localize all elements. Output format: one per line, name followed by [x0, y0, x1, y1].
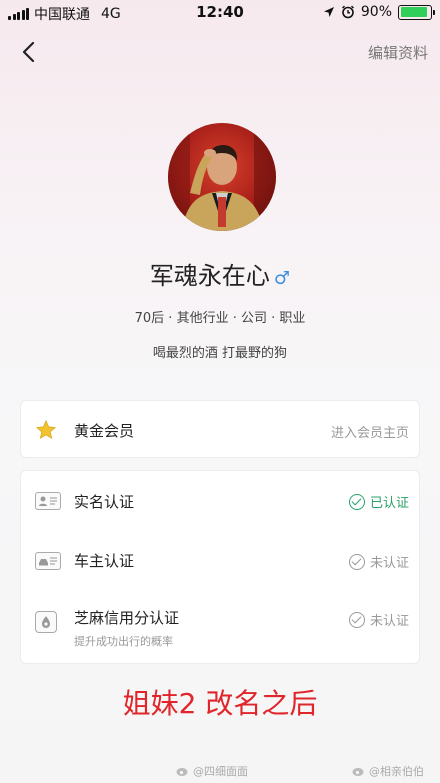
- caption-overlay: 姐妹2 改名之后: [122, 687, 318, 720]
- verification-label: 实名认证: [74, 493, 135, 511]
- verification-sublabel: 提升成功出行的概率: [74, 635, 173, 648]
- status-right: 90%: [323, 4, 435, 20]
- membership-row[interactable]: 黄金会员 进入会员主页: [21, 401, 421, 459]
- name-row: 军魂永在心 ♂: [0, 256, 440, 291]
- verification-status: 未认证: [348, 552, 409, 571]
- car-card-icon: [35, 552, 61, 570]
- verification-row-realname[interactable]: 实名认证 已认证: [21, 471, 421, 531]
- watermark-text: @四细面面: [193, 765, 248, 778]
- sesame-credit-icon: [35, 611, 57, 633]
- location-arrow-icon: [323, 7, 334, 17]
- membership-label: 黄金会员: [74, 422, 135, 440]
- verification-status-text: 未认证: [369, 556, 409, 571]
- verification-status: 已认证: [348, 492, 409, 511]
- watermark-text: @相亲伯伯: [369, 765, 424, 778]
- verification-label: 芝麻信用分认证: [74, 609, 180, 627]
- watermark: @四细面面: [176, 763, 248, 779]
- verification-row-sesame[interactable]: 芝麻信用分认证 提升成功出行的概率 未认证: [21, 591, 421, 665]
- verification-row-car[interactable]: 车主认证 未认证: [21, 531, 421, 591]
- male-gender-icon: ♂: [273, 268, 291, 289]
- watermark: @相亲伯伯: [352, 763, 424, 779]
- verification-card: 实名认证 已认证 车主认证 未认证 芝麻信用分认证 提升成功出行的概率 未认证: [20, 470, 420, 664]
- weibo-icon: [352, 768, 364, 776]
- avatar-photo: [168, 123, 276, 231]
- avatar[interactable]: [168, 123, 276, 231]
- verification-status: 未认证: [348, 610, 409, 629]
- profile-tags: 70后 · 其他行业 · 公司 · 职业: [134, 311, 306, 326]
- nav-bar: 编辑资料: [0, 32, 440, 72]
- membership-home-link[interactable]: 进入会员主页: [331, 422, 409, 441]
- check-circle-icon: [348, 553, 365, 570]
- verification-status-text: 已认证: [369, 496, 409, 511]
- membership-card: 黄金会员 进入会员主页: [20, 400, 420, 458]
- verification-label: 车主认证: [74, 552, 135, 570]
- check-circle-icon: [348, 611, 365, 628]
- battery-fill: [400, 7, 427, 17]
- status-bar: 中国联通 4G 12:40 90%: [0, 0, 440, 26]
- star-icon: [35, 419, 57, 440]
- back-chevron-icon[interactable]: [16, 38, 44, 66]
- weibo-icon: [176, 768, 188, 776]
- edit-profile-button[interactable]: 编辑资料: [368, 42, 428, 63]
- battery-icon: [398, 4, 435, 20]
- check-circle-icon: [348, 493, 365, 510]
- profile-bio: 喝最烈的酒 打最野的狗: [152, 346, 288, 361]
- verification-status-text: 未认证: [369, 614, 409, 629]
- battery-percent: 90%: [360, 4, 392, 20]
- user-name: 军魂永在心: [149, 262, 270, 290]
- alarm-clock-icon: [341, 5, 354, 19]
- id-card-icon: [35, 492, 61, 510]
